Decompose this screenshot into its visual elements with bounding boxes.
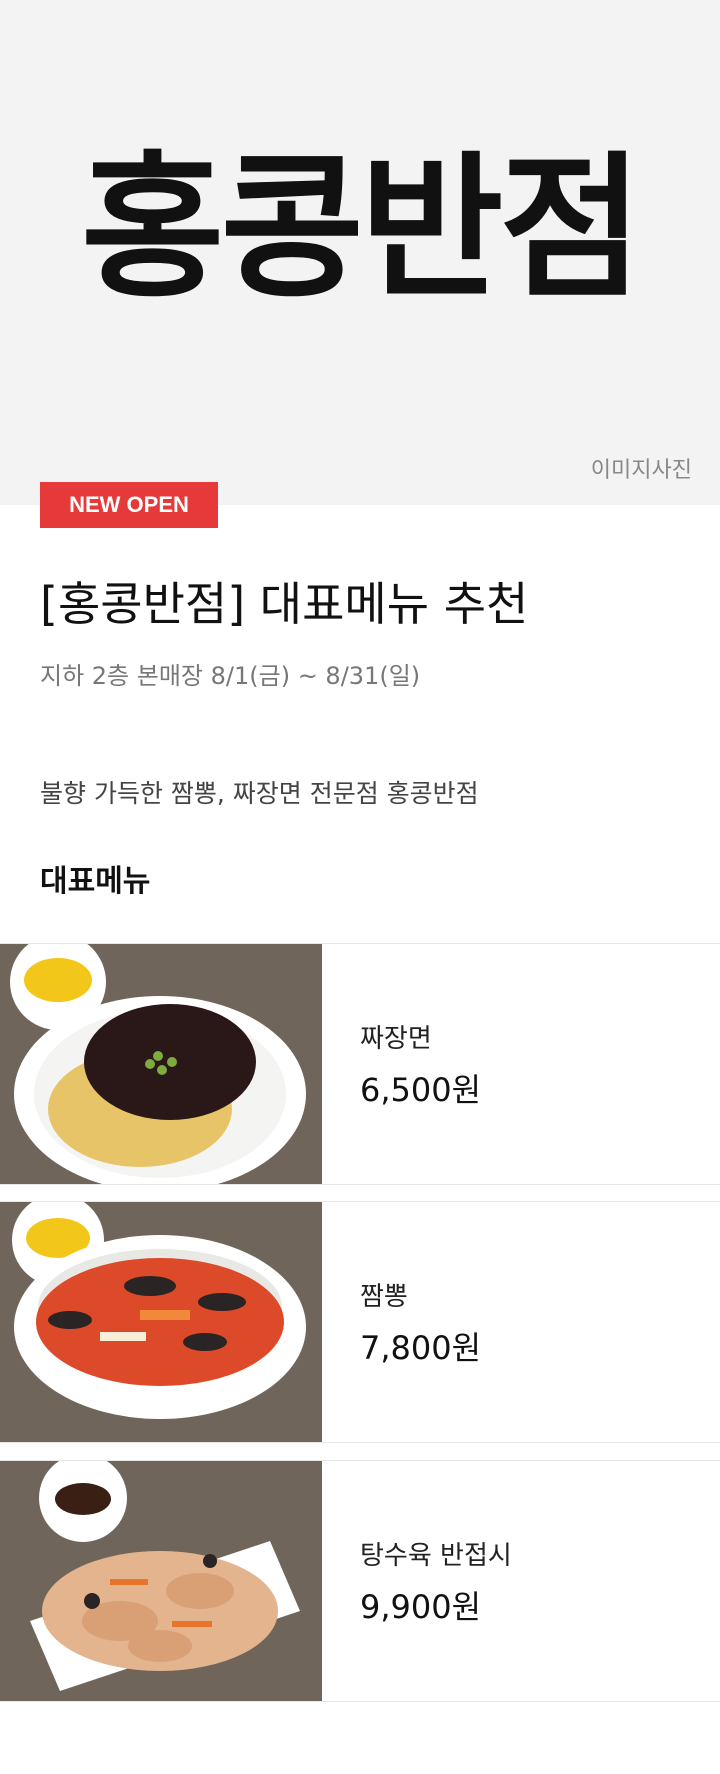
menu-name: 탕수육 반접시 <box>360 1541 512 1571</box>
menu-price: 7,800원 <box>360 1329 482 1367</box>
menu-item-tangsuyuk[interactable]: 탕수육 반접시 9,900원 <box>0 1460 720 1702</box>
hero-banner: 홍콩반점 이미지사진 <box>0 0 720 505</box>
menu-name: 짬뽕 <box>360 1282 408 1312</box>
jajangmyeon-photo <box>0 944 322 1184</box>
menu-info: 탕수육 반접시 9,900원 <box>360 1535 512 1628</box>
menu-price: 6,500원 <box>360 1071 482 1109</box>
new-open-badge: NEW OPEN <box>40 482 218 528</box>
tangsuyuk-photo <box>0 1461 322 1701</box>
menu-name: 짜장면 <box>360 1024 432 1054</box>
menu-price: 9,900원 <box>360 1588 482 1626</box>
image-caption: 이미지사진 <box>590 458 692 483</box>
event-period: 지하 2층 본매장 8/1(금) ~ 8/31(일) <box>40 662 421 690</box>
menu-info: 짜장면 6,500원 <box>360 1018 481 1111</box>
brand-logo: 홍콩반점 <box>80 137 643 319</box>
menu-item-jajangmyeon[interactable]: 짜장면 6,500원 <box>0 943 720 1185</box>
store-description: 불향 가득한 짬뽕, 짜장면 전문점 홍콩반점 <box>40 779 479 808</box>
menu-info: 짬뽕 7,800원 <box>360 1276 481 1369</box>
jjamppong-photo <box>0 1202 322 1442</box>
menu-item-jjamppong[interactable]: 짬뽕 7,800원 <box>0 1201 720 1443</box>
page-title: [홍콩반점] 대표메뉴 추천 <box>40 577 529 631</box>
section-title: 대표메뉴 <box>40 864 151 899</box>
